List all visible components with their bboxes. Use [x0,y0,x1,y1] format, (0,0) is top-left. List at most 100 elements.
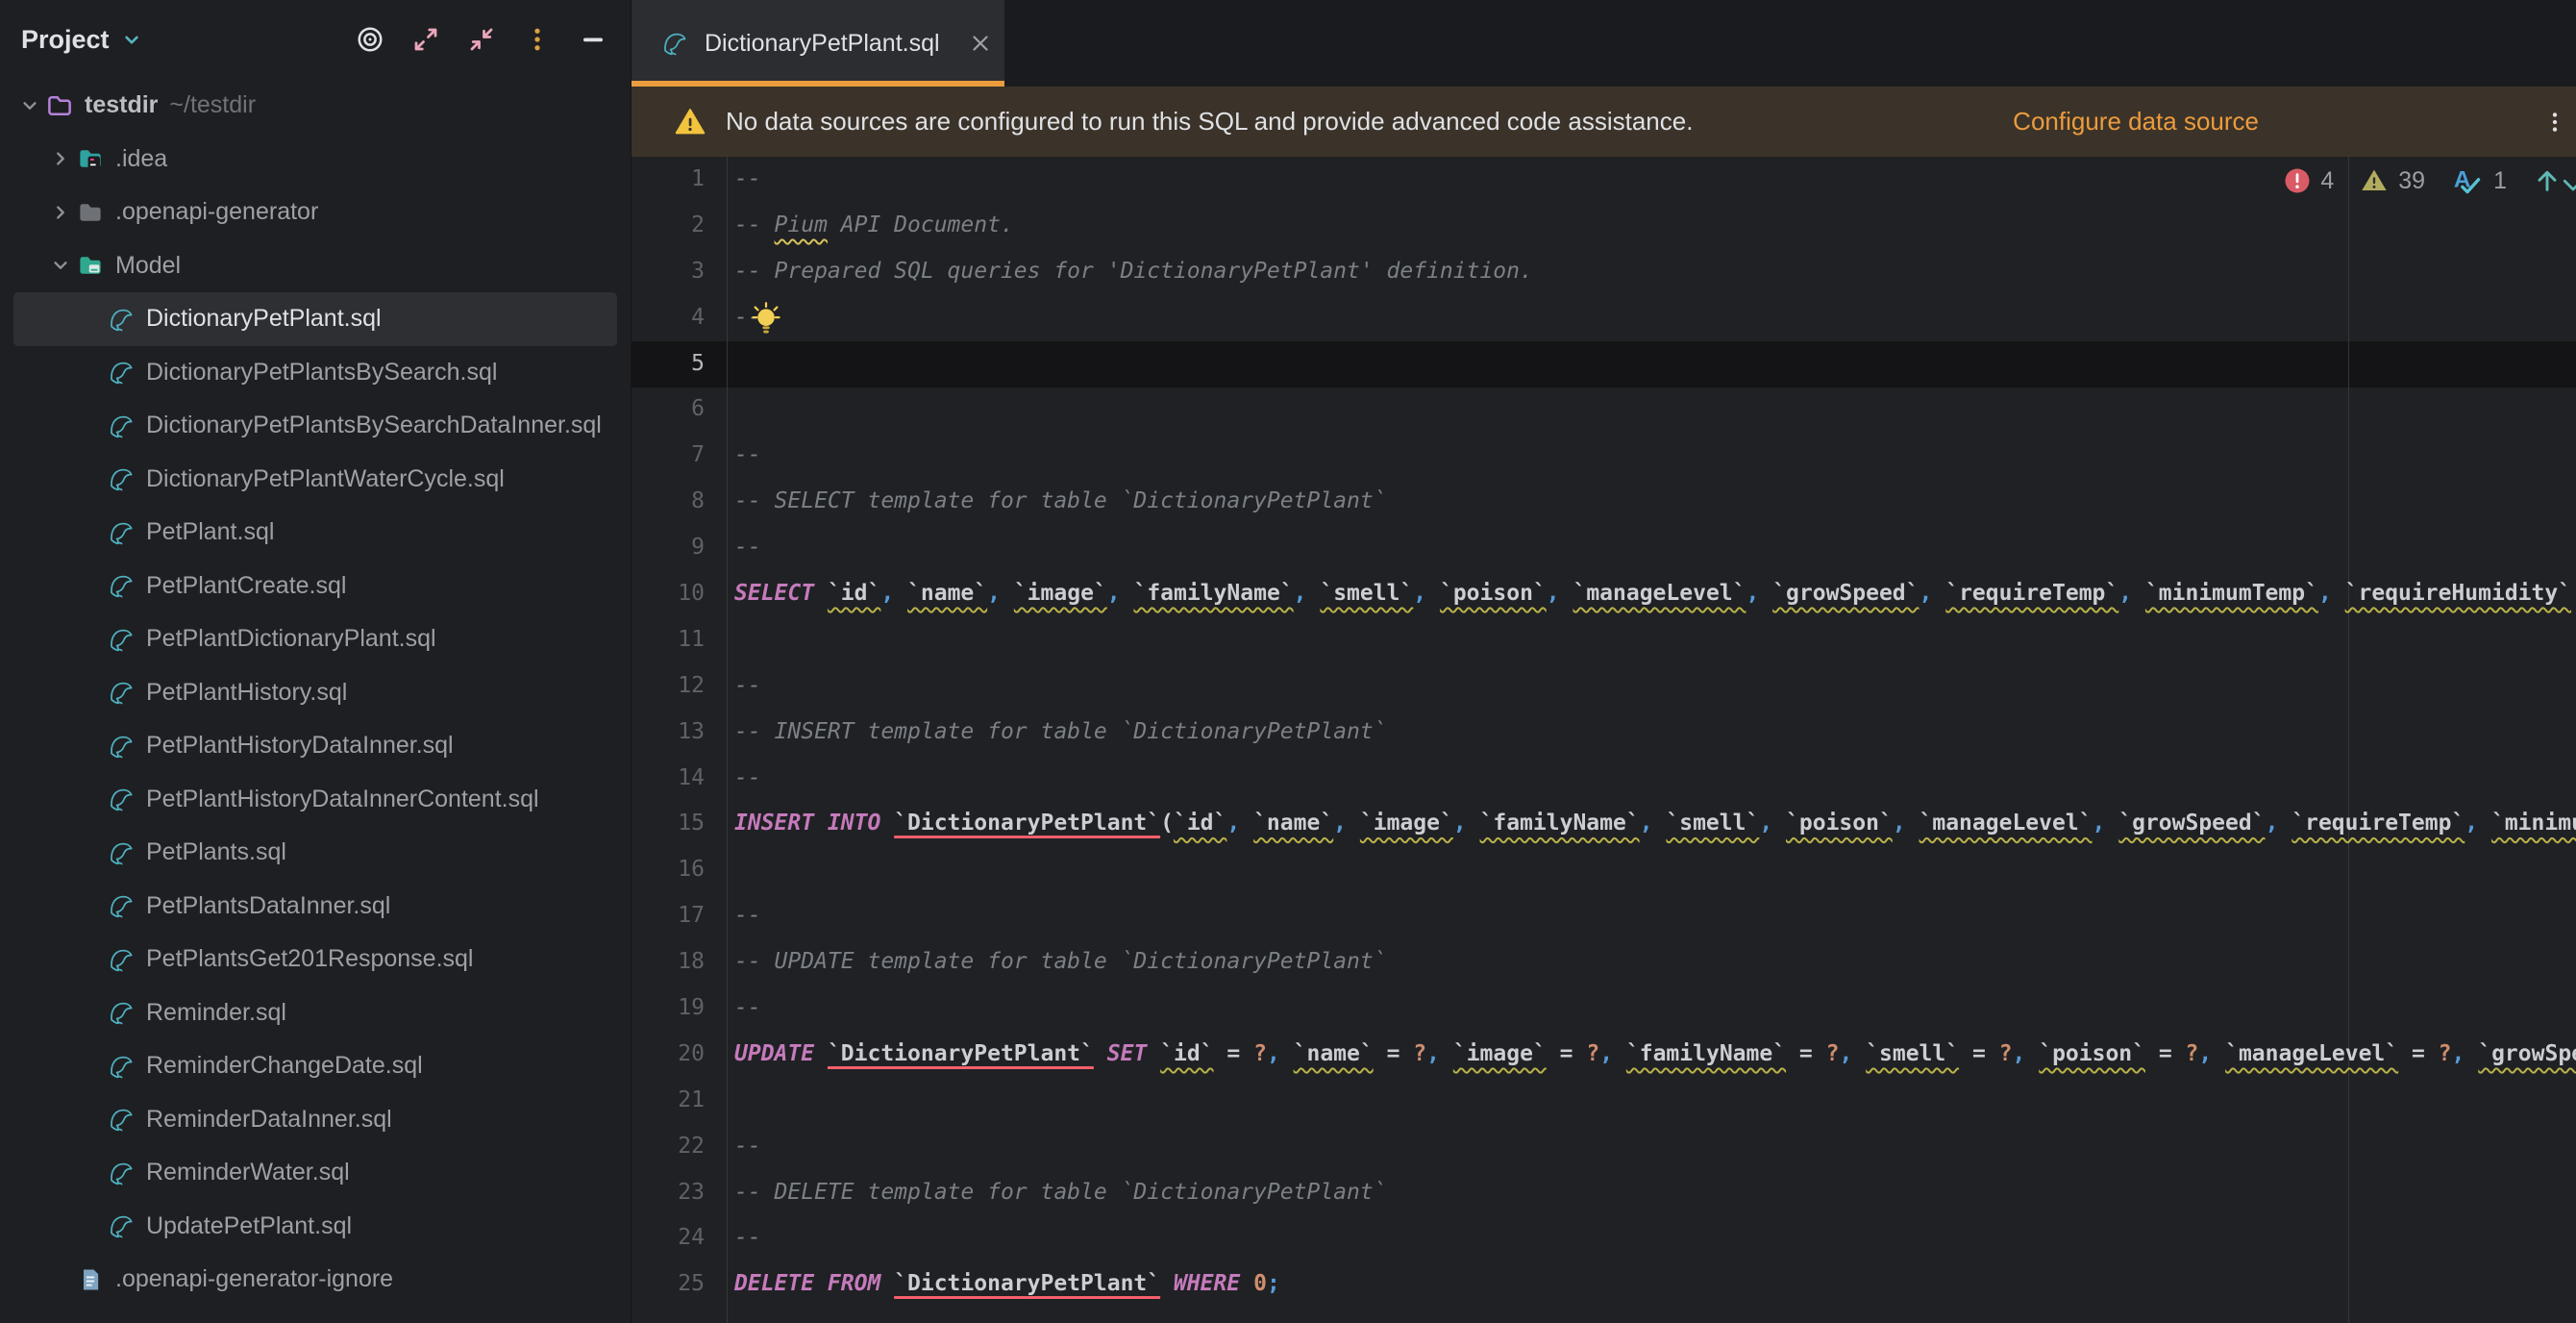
hide-panel-icon[interactable] [577,23,609,56]
tree-item[interactable]: PetPlants.sql [13,826,617,880]
code-token: DELETE FROM [734,1271,894,1296]
code-token: , [1599,1041,1626,1066]
code-editor[interactable]: 1234567891011121314151617181920212223242… [632,157,2576,1323]
tree-item[interactable]: UpdatePetPlant.sql [13,1200,617,1254]
tree-item-label: Model [115,252,181,280]
chevron-right-icon[interactable] [46,198,75,227]
code-line: -- [734,756,2576,802]
tree-item[interactable]: ReminderChangeDate.sql [13,1039,617,1093]
more-options-icon[interactable] [2534,87,2576,157]
tree-item[interactable]: Reminder.sql [13,986,617,1040]
code-token: -- UPDATE template for table `Dictionary… [734,949,1387,974]
tree-item[interactable]: .idea [13,133,617,187]
line-number: 25 [632,1261,705,1308]
chevron-spacer [77,1159,106,1187]
expand-all-icon[interactable] [409,23,442,56]
chevron-down-icon[interactable] [119,27,144,52]
tree-item[interactable]: .openapi-generator [13,186,617,239]
chevron-spacer [46,1265,75,1294]
code-token: , [2465,811,2491,836]
code-token: = [2145,1041,2186,1066]
configure-data-source-link[interactable]: Configure data source [2013,107,2259,137]
code-token: ? [1253,1041,1267,1066]
more-options-icon[interactable] [521,23,554,56]
intention-bulb-icon[interactable] [750,301,782,357]
code-token: , [1920,581,1946,606]
code-token [1160,1271,1174,1296]
locate-target-icon[interactable] [354,23,386,56]
code-token: , [1759,811,1786,836]
tree-item-label: PetPlantDictionaryPlant.sql [146,625,436,653]
chevron-down-icon[interactable] [15,91,44,120]
editor-region: DictionaryPetPlant.sql No data sources a… [632,0,2576,1323]
code-token: `growSpeed` [2478,1041,2576,1066]
next-problem-icon[interactable] [2559,170,2576,204]
code-line: -- Pium API Document. [734,203,2576,249]
code-token: = [1786,1041,1826,1066]
code-token: , [987,581,1014,606]
code-token: `requireHumidity` [2345,581,2571,606]
line-number: 14 [632,756,705,802]
tree-item[interactable]: DictionaryPetPlantsBySearchDataInner.sql [13,399,617,453]
chevron-down-icon[interactable] [46,251,75,280]
mysql-file-icon [106,411,136,441]
code-token: `poison` [2039,1041,2145,1066]
line-number: 9 [632,525,705,571]
tree-item[interactable]: PetPlantCreate.sql [13,560,617,613]
line-number: 12 [632,663,705,710]
chevron-spacer [77,678,106,707]
code-token: `name` [907,581,987,606]
line-number: 1 [632,157,705,203]
tree-item[interactable]: PetPlant.sql [13,506,617,560]
mysql-file-icon [106,837,136,868]
tree-item[interactable]: Model [13,239,617,293]
line-number: 18 [632,939,705,986]
code-token: Pium [775,212,828,237]
chevron-spacer [77,1052,106,1081]
tab-dictionarypetplant-sql[interactable]: DictionaryPetPlant.sql [632,0,1004,87]
tree-item[interactable]: PetPlantDictionaryPlant.sql [13,612,617,666]
code-token: `familyName` [1626,1041,1786,1066]
tree-item-label: ReminderWater.sql [146,1159,350,1186]
tree-item[interactable]: DictionaryPetPlant.sql [13,292,617,346]
tree-item[interactable]: DictionaryPetPlantsBySearch.sql [13,346,617,400]
code-token: `id` [828,581,880,606]
project-panel-title[interactable]: Project [21,25,110,55]
tree-item[interactable]: PetPlantHistory.sql [13,666,617,720]
chevron-spacer [77,358,106,387]
code-token: -- [734,765,761,790]
code-token: , [880,581,907,606]
inspections-widget[interactable]: 4 39 A 1 [2283,162,2563,200]
folder-icon [75,197,106,228]
chevron-right-icon[interactable] [46,144,75,173]
tree-item[interactable]: .openapi-generator-ignore [13,1253,617,1307]
code-line: -- Prepared SQL queries for 'DictionaryP… [734,249,2576,295]
code-token: `minimumTemp` [2145,581,2318,606]
chevron-spacer [77,305,106,334]
tree-item[interactable]: PetPlantHistoryDataInner.sql [13,719,617,773]
mysql-file-icon [106,570,136,601]
tree-item[interactable]: DictionaryPetPlantWaterCycle.sql [13,453,617,507]
tree-item[interactable]: ReminderWater.sql [13,1146,617,1200]
close-icon[interactable] [965,28,996,59]
code-token: , [1839,1041,1866,1066]
tree-item[interactable]: ReminderDataInner.sql [13,1093,617,1147]
tree-item[interactable]: testdir~/testdir [13,79,617,133]
line-number: 11 [632,617,705,663]
chevron-spacer [77,891,106,920]
code-line: INSERT INTO `DictionaryPetPlant`(`id`, `… [734,801,2576,847]
mysql-file-icon [106,517,136,548]
tree-item[interactable]: PetPlantsGet201Response.sql [13,933,617,986]
line-number: 17 [632,893,705,939]
line-number: 2 [632,203,705,249]
mysql-file-icon [106,677,136,708]
code-token: `image` [1360,811,1453,836]
code-token: , [1226,811,1253,836]
collapse-all-icon[interactable] [465,23,498,56]
code-token: `smell` [1866,1041,1959,1066]
tree-item[interactable]: PetPlantsDataInner.sql [13,880,617,934]
line-number: 19 [632,986,705,1032]
code-token: -- INSERT template for table `Dictionary… [734,719,1387,744]
code-token: , [2118,581,2145,606]
tree-item[interactable]: PetPlantHistoryDataInnerContent.sql [13,773,617,827]
